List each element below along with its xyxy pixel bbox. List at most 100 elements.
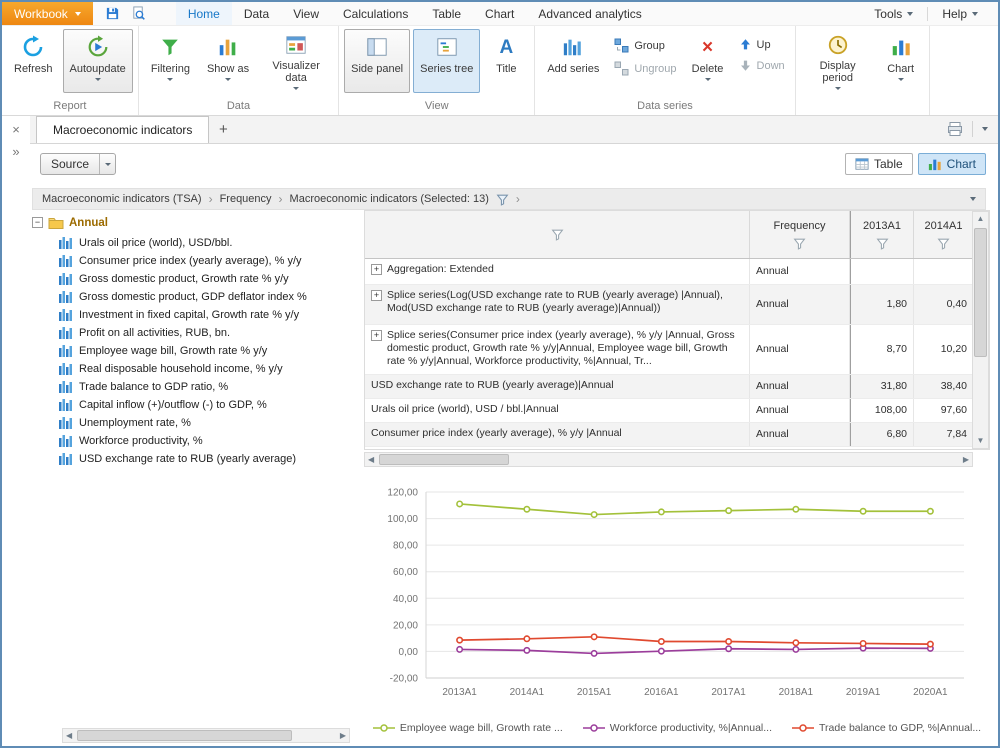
tree-folder-annual[interactable]: − Annual <box>32 214 360 234</box>
row-value-2013[interactable]: 6,80 <box>850 423 914 446</box>
add-series-button[interactable]: Add series <box>540 29 606 93</box>
table-vertical-scrollbar[interactable]: ▲ ▼ <box>972 211 989 449</box>
series-tree-button[interactable]: Series tree <box>413 29 480 93</box>
row-value-2014[interactable] <box>914 259 974 284</box>
tree-item[interactable]: Real disposable household income, % y/y <box>32 360 360 378</box>
tree-item[interactable]: Employee wage bill, Growth rate % y/y <box>32 342 360 360</box>
table-row[interactable]: +Splice series(Consumer price index (yea… <box>365 325 989 375</box>
expand-icon[interactable]: + <box>371 290 382 301</box>
expand-icon[interactable]: + <box>371 330 382 341</box>
side-panel-button[interactable]: Side panel <box>344 29 410 93</box>
row-value-2013[interactable]: 1,80 <box>850 285 914 324</box>
filter-funnel-icon[interactable] <box>937 237 950 250</box>
scrollbar-track[interactable] <box>973 226 988 434</box>
legend-item[interactable]: Employee wage bill, Growth rate ... <box>373 722 563 734</box>
filter-funnel-icon[interactable] <box>793 237 806 250</box>
scroll-down-icon[interactable]: ▼ <box>974 434 988 448</box>
filter-funnel-icon[interactable] <box>876 237 889 250</box>
row-value-2013[interactable]: 31,80 <box>850 375 914 398</box>
display-period-button[interactable]: Display period <box>801 29 875 93</box>
visualizer-data-button[interactable]: Visualizer data <box>259 29 333 93</box>
menu-tab-view[interactable]: View <box>281 2 331 25</box>
column-header-frequency[interactable]: Frequency <box>750 211 850 258</box>
tree-item[interactable]: Gross domestic product, Growth rate % y/… <box>32 270 360 288</box>
source-button[interactable]: Source <box>40 153 116 175</box>
breadcrumb-filter-button[interactable] <box>496 193 509 206</box>
help-menu[interactable]: Help <box>930 2 990 25</box>
add-tab-button[interactable]: + <box>209 116 237 143</box>
legend-item[interactable]: Trade balance to GDP, %|Annual... <box>792 722 981 734</box>
expand-panel-icon[interactable]: » <box>12 145 19 158</box>
scroll-right-icon[interactable]: ▶ <box>337 729 349 743</box>
tree-item[interactable]: Consumer price index (yearly average), %… <box>32 252 360 270</box>
scrollbar-thumb[interactable] <box>974 228 987 357</box>
workbook-menu-button[interactable]: Workbook <box>2 2 93 25</box>
row-value-2013[interactable]: 108,00 <box>850 399 914 422</box>
breadcrumb-item-dataset[interactable]: Macroeconomic indicators (TSA) <box>42 193 202 205</box>
tree-item[interactable]: Capital inflow (+)/outflow (-) to GDP, % <box>32 396 360 414</box>
table-row[interactable]: +Splice series(Log(USD exchange rate to … <box>365 285 989 325</box>
tree-item[interactable]: Investment in fixed capital, Growth rate… <box>32 306 360 324</box>
title-button[interactable]: A Title <box>483 29 529 93</box>
tools-menu[interactable]: Tools <box>862 2 925 25</box>
refresh-button[interactable]: Refresh <box>7 29 60 93</box>
scroll-left-icon[interactable]: ◀ <box>365 453 377 467</box>
breadcrumb-item-indicators[interactable]: Macroeconomic indicators (Selected: 13) <box>290 193 489 205</box>
breadcrumb-dropdown[interactable] <box>970 197 976 201</box>
source-dropdown[interactable] <box>99 154 115 174</box>
row-value-2014[interactable]: 38,40 <box>914 375 974 398</box>
menu-tab-advanced-analytics[interactable]: Advanced analytics <box>526 2 653 25</box>
table-row[interactable]: +Aggregation: Extended Annual <box>365 259 989 285</box>
collapse-icon[interactable]: − <box>32 217 43 228</box>
menu-tab-data[interactable]: Data <box>232 2 281 25</box>
delete-button[interactable]: × Delete <box>685 29 731 93</box>
autoupdate-button[interactable]: Autoupdate <box>63 29 133 93</box>
tab-options-dropdown[interactable] <box>982 127 988 131</box>
show-as-button[interactable]: Show as <box>200 29 256 93</box>
table-row[interactable]: USD exchange rate to RUB (yearly average… <box>365 375 989 399</box>
table-row[interactable]: Consumer price index (yearly average), %… <box>365 423 989 447</box>
menu-tab-home[interactable]: Home <box>176 2 232 25</box>
close-panel-icon[interactable]: × <box>12 123 20 136</box>
scrollbar-track[interactable] <box>75 729 337 742</box>
scroll-up-icon[interactable]: ▲ <box>974 212 988 226</box>
filter-funnel-icon[interactable] <box>551 228 564 241</box>
row-value-2013[interactable] <box>850 259 914 284</box>
row-value-2014[interactable]: 97,60 <box>914 399 974 422</box>
scrollbar-thumb[interactable] <box>379 454 509 465</box>
table-view-button[interactable]: Table <box>845 153 913 175</box>
report-layout-button[interactable] <box>947 121 963 137</box>
row-value-2014[interactable]: 0,40 <box>914 285 974 324</box>
tree-item[interactable]: Profit on all activities, RUB, bn. <box>32 324 360 342</box>
breadcrumb-item-frequency[interactable]: Frequency <box>220 193 272 205</box>
print-preview-button[interactable] <box>129 4 148 23</box>
tree-item[interactable]: USD exchange rate to RUB (yearly average… <box>32 450 360 468</box>
column-header-2013A1[interactable]: 2013A1 <box>850 211 914 258</box>
chart-view-button[interactable]: Chart <box>918 153 986 175</box>
filtering-button[interactable]: Filtering <box>144 29 197 93</box>
tree-item[interactable]: Workforce productivity, % <box>32 432 360 450</box>
down-button[interactable]: Down <box>734 57 790 74</box>
row-value-2014[interactable]: 7,84 <box>914 423 974 446</box>
chart-ribbon-button[interactable]: Chart <box>878 29 924 93</box>
save-button[interactable] <box>103 4 122 23</box>
legend-item[interactable]: Workforce productivity, %|Annual... <box>583 722 772 734</box>
up-button[interactable]: Up <box>734 36 790 53</box>
scroll-left-icon[interactable]: ◀ <box>63 729 75 743</box>
scroll-right-icon[interactable]: ▶ <box>960 453 972 467</box>
scrollbar-thumb[interactable] <box>77 730 292 741</box>
tab-macroeconomic-indicators[interactable]: Macroeconomic indicators <box>36 116 209 143</box>
table-horizontal-scrollbar[interactable]: ◀ ▶ <box>364 452 973 467</box>
tree-item[interactable]: Trade balance to GDP ratio, % <box>32 378 360 396</box>
tree-item[interactable]: Unemployment rate, % <box>32 414 360 432</box>
row-value-2014[interactable]: 10,20 <box>914 325 974 374</box>
menu-tab-table[interactable]: Table <box>420 2 473 25</box>
group-button[interactable]: Group <box>609 36 681 55</box>
menu-tab-chart[interactable]: Chart <box>473 2 526 25</box>
table-row[interactable]: Urals oil price (world), USD / bbl.|Annu… <box>365 399 989 423</box>
ungroup-button[interactable]: Ungroup <box>609 59 681 78</box>
tree-item[interactable]: Gross domestic product, GDP deflator ind… <box>32 288 360 306</box>
column-header-name[interactable] <box>365 211 750 258</box>
tree-item[interactable]: Urals oil price (world), USD/bbl. <box>32 234 360 252</box>
scrollbar-track[interactable] <box>377 453 960 466</box>
